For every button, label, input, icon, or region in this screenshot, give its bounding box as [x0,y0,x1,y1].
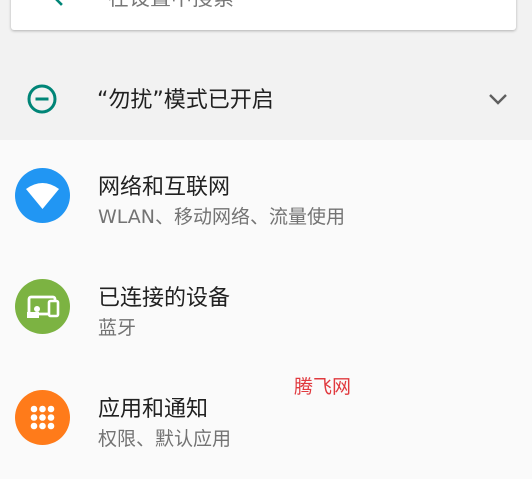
dnd-title: “勿扰”模式已开启 [97,88,274,113]
apps-icon [15,390,70,445]
dnd-condition-banner[interactable]: “勿扰”模式已开启 [0,58,532,140]
search-bar[interactable]: 在设置中搜索 [11,0,516,30]
settings-item-summary: 权限、默认应用 [98,428,232,450]
settings-item-title: 已连接的设备 [98,286,231,311]
back-arrow-icon[interactable] [47,0,71,10]
settings-item-connected-devices[interactable]: 已连接的设备 蓝牙 [0,251,532,361]
watermark-text: 腾飞网 [294,376,352,398]
settings-item-title: 应用和通知 [98,397,209,422]
search-placeholder[interactable]: 在设置中搜索 [108,0,234,12]
connected-devices-icon [15,279,70,334]
do-not-disturb-icon [26,83,58,115]
settings-list: 网络和互联网 WLAN、移动网络、流量使用 已连接的设备 蓝牙 应用和通知 权限… [0,140,532,479]
settings-item-summary: WLAN、移动网络、流量使用 [98,206,346,228]
wifi-icon [15,168,70,223]
chevron-down-icon[interactable] [486,90,510,108]
settings-item-network[interactable]: 网络和互联网 WLAN、移动网络、流量使用 [0,140,532,250]
settings-item-summary: 蓝牙 [98,317,137,339]
settings-item-apps[interactable]: 应用和通知 权限、默认应用 [0,362,532,472]
settings-item-title: 网络和互联网 [98,175,231,200]
